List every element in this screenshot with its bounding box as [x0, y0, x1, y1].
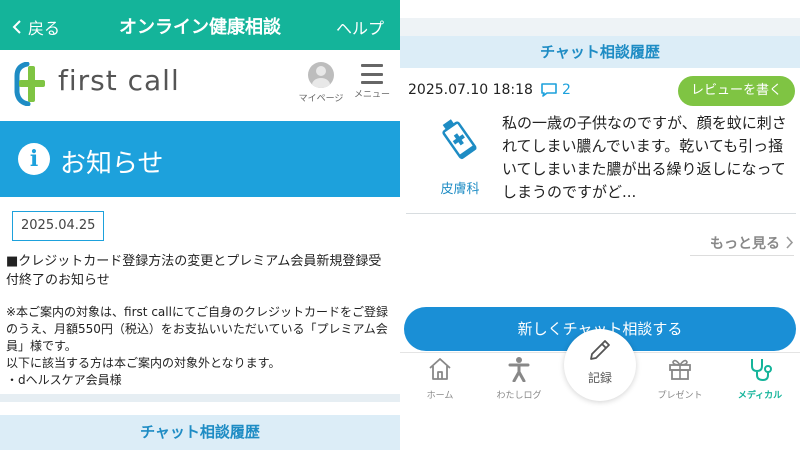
brand-logo-text: first call — [58, 64, 180, 97]
nav-home-label: ホーム — [426, 391, 454, 401]
nav-record-label: 記録 — [587, 371, 612, 385]
chat-history-header: チャット相談履歴 — [400, 36, 800, 68]
ointment-tube-icon — [442, 119, 477, 160]
notice-body-line: 以下に該当する方は本ご案内の対象外となります。 — [6, 356, 281, 370]
notice-title[interactable]: ■クレジットカード登録方法の変更とプレミアム会員新規登録受付終了のお知らせ — [6, 252, 392, 290]
notice-body-line: ※本ご案内の対象は、first callにてご自身のクレジットカードをご登録のう… — [6, 305, 388, 353]
notice-banner: i お知らせ — [0, 121, 400, 197]
consultation-excerpt[interactable]: 私の一歳の子供なのですが、顔を蚊に刺されてしまい膿んでいます。乾いても引っ掻いて… — [502, 112, 794, 204]
chevron-right-icon — [786, 236, 794, 249]
comment-count: 2 — [540, 82, 571, 98]
nav-present[interactable]: プレゼント — [650, 356, 710, 401]
section-divider — [400, 18, 800, 36]
write-review-button[interactable]: レビューを書く — [677, 76, 795, 106]
info-icon: i — [18, 143, 50, 175]
help-link[interactable]: ヘルプ — [336, 15, 384, 39]
top-spacer — [400, 0, 800, 18]
nav-medical[interactable]: メディカル — [730, 356, 790, 401]
card-divider — [406, 213, 796, 214]
left-screen: 戻る オンライン健康相談 ヘルプ first call マイページ メニュー i… — [0, 0, 400, 450]
header-bar: 戻る オンライン健康相談 ヘルプ — [0, 0, 400, 50]
speech-bubble-icon — [541, 83, 557, 97]
person-icon — [508, 357, 530, 382]
nav-record-button[interactable]: 記録 — [564, 329, 636, 401]
department-label: 皮膚科 — [440, 182, 480, 197]
notice-banner-title: お知らせ — [60, 149, 164, 179]
department-badge: 皮膚科 — [430, 116, 490, 197]
hamburger-menu-icon — [361, 64, 383, 84]
avatar-icon — [308, 62, 334, 88]
menu-button[interactable]: メニュー — [352, 64, 392, 100]
stethoscope-icon — [751, 359, 772, 382]
nav-medical-label: メディカル — [737, 391, 783, 401]
pencil-icon — [590, 340, 610, 360]
see-more-label: もっと見る — [710, 235, 780, 252]
consultation-datetime: 2025.07.10 18:18 — [408, 82, 533, 98]
right-screen: チャット相談履歴 2025.07.10 18:18 2 レビューを書く 皮膚科 … — [400, 0, 800, 450]
comment-count-value: 2 — [562, 82, 571, 98]
see-more-link[interactable]: もっと見る — [690, 230, 794, 256]
nav-present-label: プレゼント — [657, 391, 703, 401]
nav-my-log[interactable]: わたしログ — [489, 356, 549, 401]
nav-home[interactable]: ホーム — [410, 356, 470, 401]
notice-body-line: ・dヘルスケア会員様 — [6, 373, 122, 387]
first-call-logo-icon — [14, 62, 45, 106]
nav-my-log-label: わたしログ — [496, 391, 542, 401]
mypage-label: マイページ — [298, 94, 344, 104]
home-icon — [429, 358, 451, 380]
chat-history-header: チャット相談履歴 — [0, 415, 400, 450]
menu-label: メニュー — [353, 90, 390, 100]
section-divider — [0, 394, 400, 402]
notice-date: 2025.04.25 — [12, 211, 105, 241]
mypage-button[interactable]: マイページ — [296, 62, 346, 104]
gift-icon — [669, 359, 691, 380]
notice-body: ※本ご案内の対象は、first callにてご自身のクレジットカードをご登録のう… — [6, 304, 394, 389]
